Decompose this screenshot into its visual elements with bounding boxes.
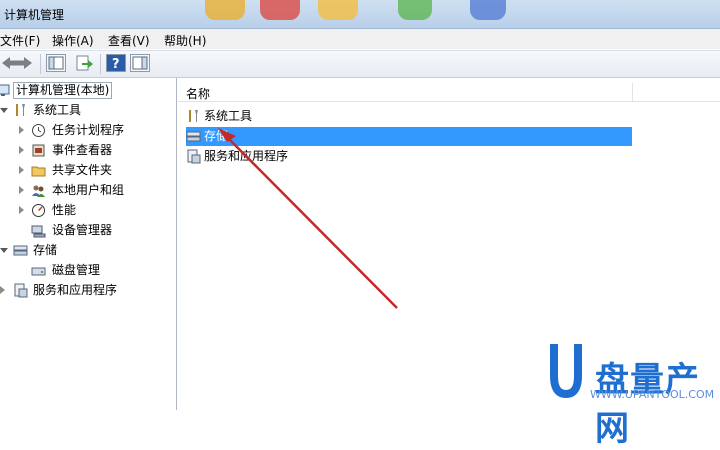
column-header-name[interactable]: 名称 xyxy=(178,83,720,102)
tree-item-root[interactable]: 计算机管理(本地) xyxy=(0,81,176,100)
expand-icon[interactable] xyxy=(0,286,5,294)
column-divider[interactable] xyxy=(632,83,633,101)
device-manager-icon xyxy=(31,225,46,238)
disk-management-icon xyxy=(31,267,46,276)
export-icon xyxy=(76,55,93,71)
toolbar-separator xyxy=(40,54,41,74)
collapse-icon[interactable] xyxy=(0,108,8,113)
title-bar: 计算机管理 xyxy=(0,0,720,29)
menu-help[interactable]: 帮助(H) xyxy=(164,32,206,49)
taskbar-decoration xyxy=(205,0,245,20)
help-icon: ? xyxy=(112,57,120,72)
taskbar-decoration xyxy=(398,0,432,20)
computer-management-icon xyxy=(0,84,10,96)
clock-icon xyxy=(32,124,45,137)
menu-view[interactable]: 查看(V) xyxy=(108,32,150,49)
export-list-button[interactable] xyxy=(74,54,94,72)
help-button[interactable]: ? xyxy=(106,54,126,72)
list-item-system-tools[interactable]: 系统工具 xyxy=(186,107,632,126)
action-pane-icon xyxy=(132,56,148,70)
expand-icon[interactable] xyxy=(19,146,24,154)
services-icon xyxy=(187,149,201,164)
services-icon xyxy=(14,283,28,298)
svg-text:?: ? xyxy=(112,57,120,71)
storage-icon xyxy=(13,245,28,256)
menu-action[interactable]: 操作(A) xyxy=(52,32,94,49)
shared-folder-icon xyxy=(31,166,46,177)
forward-arrow-icon[interactable] xyxy=(14,54,34,72)
taskbar-decoration xyxy=(318,0,358,20)
tree-item-local-users[interactable]: 本地用户和组 xyxy=(0,181,176,200)
toolbar: ? xyxy=(0,50,720,78)
tools-icon xyxy=(189,110,198,122)
upantool-logo xyxy=(550,344,582,398)
collapse-icon[interactable] xyxy=(0,248,8,253)
list-item-storage[interactable]: 存储 xyxy=(186,127,632,146)
taskbar-decoration xyxy=(260,0,300,20)
tree-item-services-apps[interactable]: 服务和应用程序 xyxy=(0,281,176,300)
list-item-services-apps[interactable]: 服务和应用程序 xyxy=(186,147,632,166)
tree-item-performance[interactable]: 性能 xyxy=(0,201,176,220)
tree-item-disk-management[interactable]: 磁盘管理 xyxy=(0,261,176,280)
users-icon xyxy=(32,185,45,197)
expand-icon[interactable] xyxy=(19,126,24,134)
watermark-brand: 盘量产网 xyxy=(595,360,700,449)
show-hide-console-tree-button[interactable] xyxy=(46,54,66,72)
storage-icon xyxy=(186,131,201,142)
tools-icon xyxy=(16,104,25,116)
tree-item-event-viewer[interactable]: 事件查看器 xyxy=(0,141,176,160)
console-tree-icon xyxy=(48,56,64,70)
show-hide-action-pane-button[interactable] xyxy=(130,54,150,72)
taskbar-decoration xyxy=(470,0,506,20)
performance-icon xyxy=(32,204,45,217)
expand-icon[interactable] xyxy=(19,186,24,194)
menu-bar: 文件(F) 操作(A) 查看(V) 帮助(H) xyxy=(0,29,720,49)
watermark-url: WWW.UPANTOOL.COM xyxy=(590,388,715,401)
tree-item-shared-folders[interactable]: 共享文件夹 xyxy=(0,161,176,180)
tree-item-device-manager[interactable]: 设备管理器 xyxy=(0,221,176,240)
event-viewer-icon xyxy=(32,144,45,157)
tree-item-system-tools[interactable]: 系统工具 xyxy=(0,101,176,120)
expand-icon[interactable] xyxy=(19,166,24,174)
window-title: 计算机管理 xyxy=(4,8,65,22)
tree-item-storage[interactable]: 存储 xyxy=(0,241,176,260)
expand-icon[interactable] xyxy=(19,206,24,214)
toolbar-separator xyxy=(100,54,101,74)
tree-item-task-scheduler[interactable]: 任务计划程序 xyxy=(0,121,176,140)
console-tree: 计算机管理(本地) 系统工具 任务计划程序 事件查看器 共享文件夹 本地用户和组… xyxy=(0,78,177,410)
menu-file[interactable]: 文件(F) xyxy=(0,32,40,49)
